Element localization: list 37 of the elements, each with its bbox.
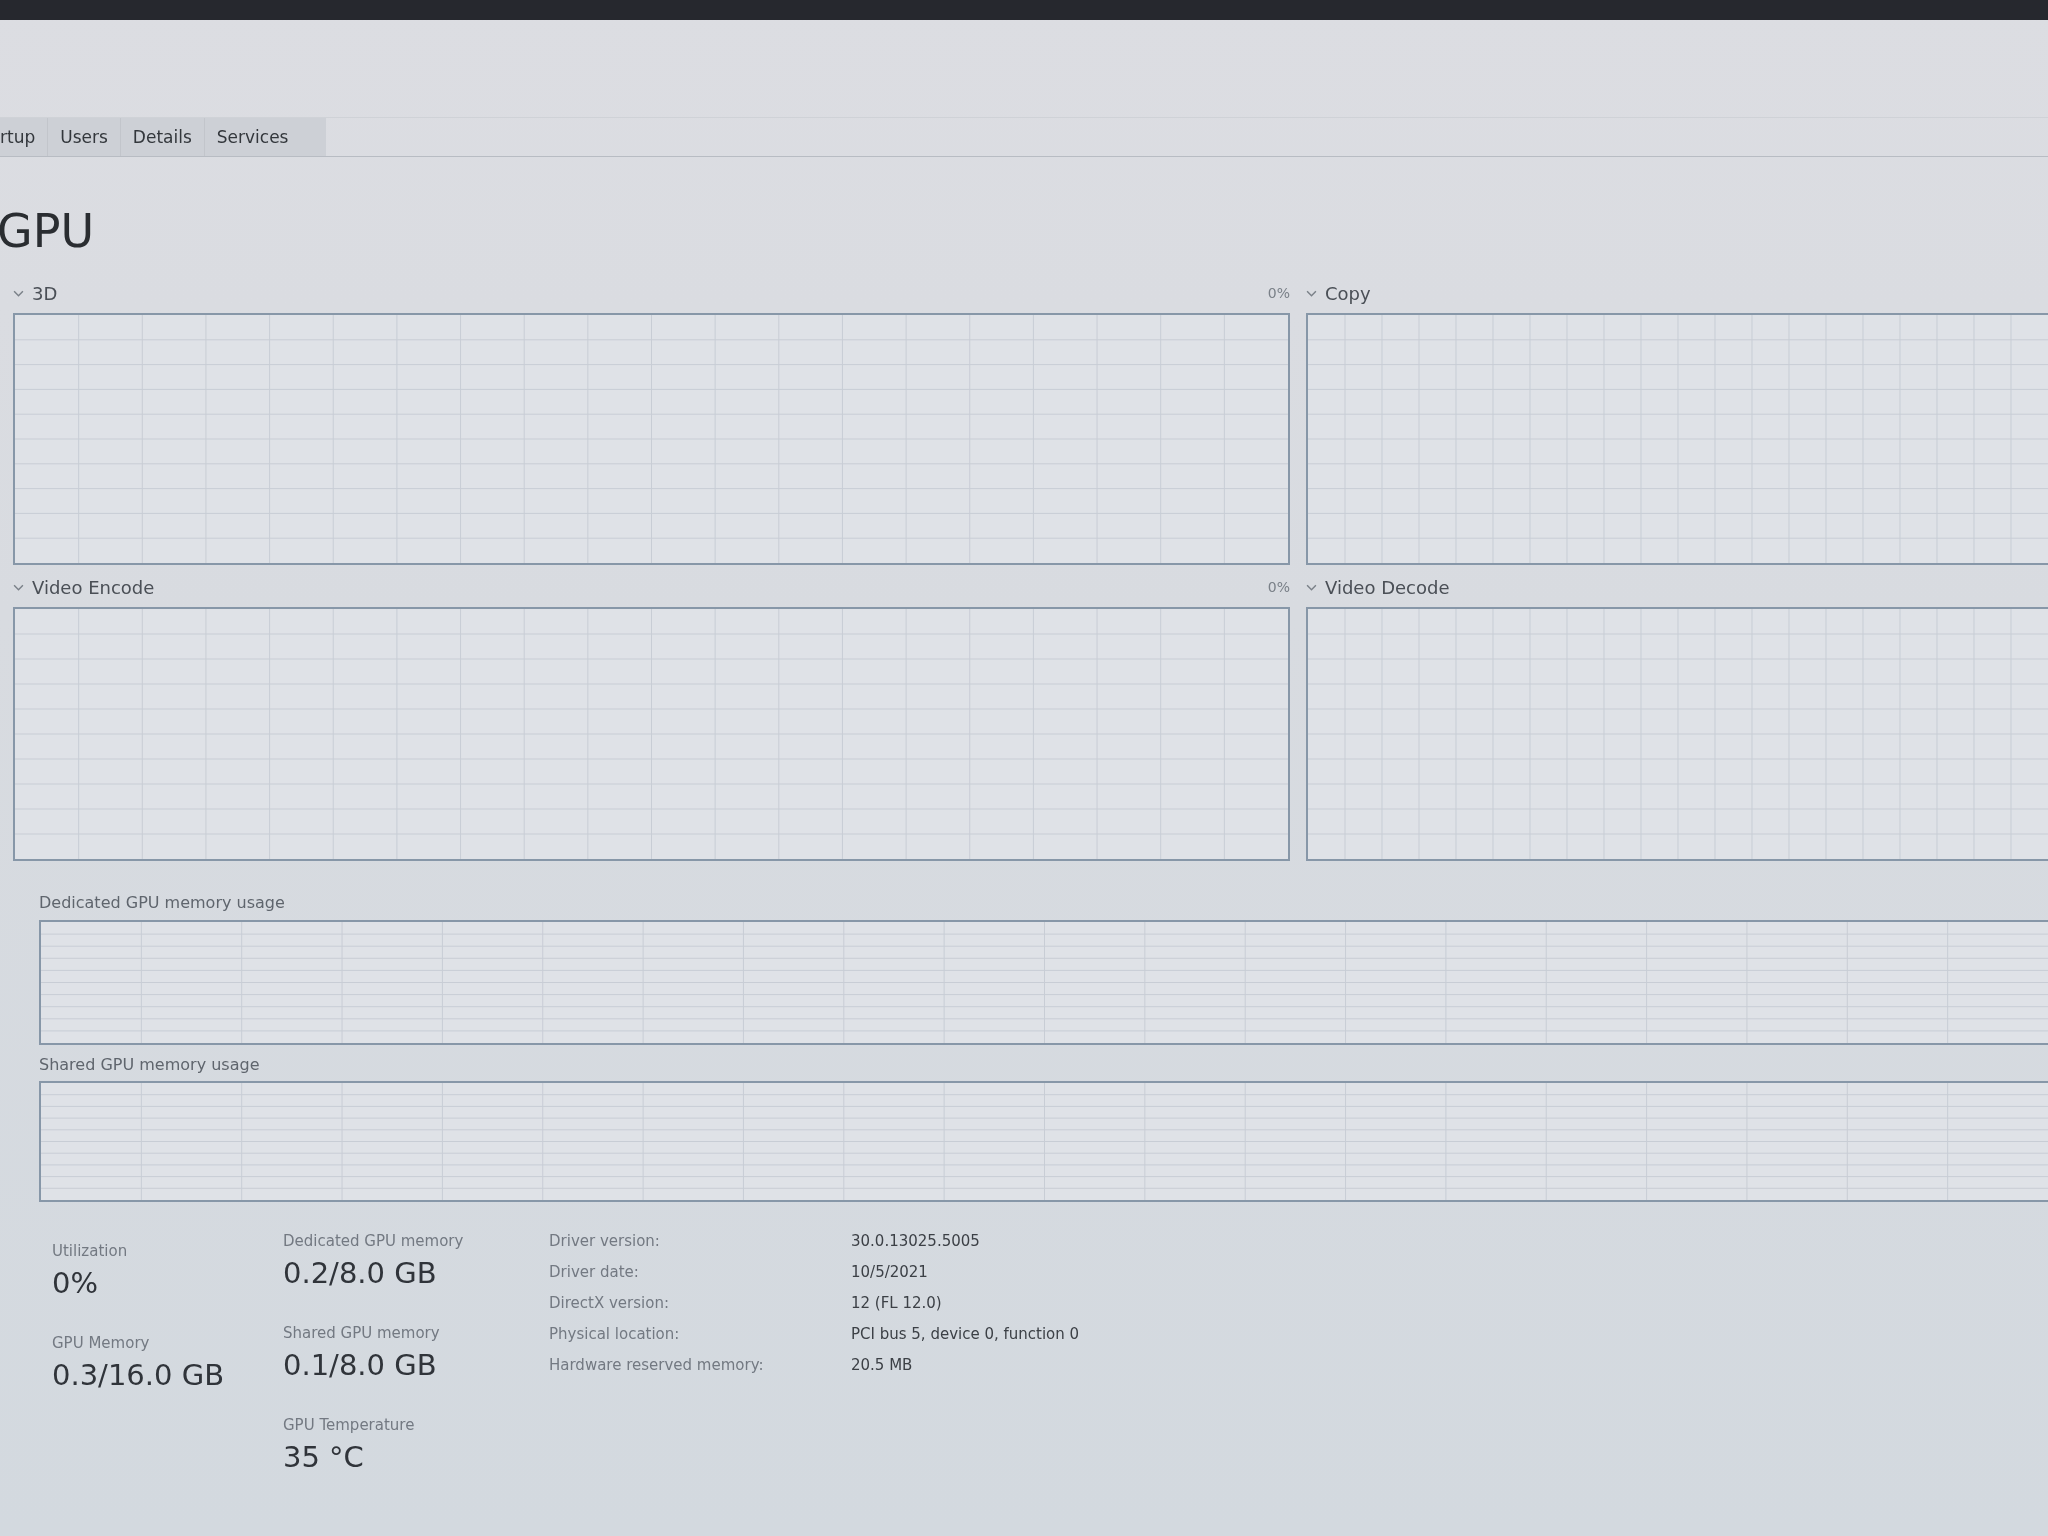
tab[interactable]: Details [120,118,205,156]
stat-label: GPU Temperature [283,1415,415,1436]
detail-value: 12 (FL 12.0) [851,1293,942,1314]
stat-value: 0.1/8.0 GB [283,1347,437,1384]
stat-value: 35 °C [283,1439,364,1476]
utilization-reading: 0% [1267,579,1290,595]
detail-value: PCI bus 5, device 0, function 0 [851,1324,1080,1345]
graph-label: Shared GPU memory usage [39,1054,260,1076]
tab[interactable]: Services [204,118,301,156]
detail-label: Driver version: [549,1231,660,1252]
detail-label: Physical location: [549,1324,680,1345]
detail-label: DirectX version: [549,1293,669,1314]
stat-label: Shared GPU memory [283,1323,440,1344]
detail-value: 30.0.13025.5005 [851,1231,980,1252]
engine-dropdown[interactable]: Video Encode [13,576,155,598]
page-title: GPU [0,205,95,257]
chevron-down-icon [13,289,24,297]
engine-dropdown[interactable]: Copy [1306,282,1371,304]
stat-label: GPU Memory [52,1333,150,1354]
chevron-down-icon [13,583,24,591]
utilization-reading: 0% [1267,285,1290,301]
tab[interactable]: rtup [0,118,49,156]
stat-value: 0.2/8.0 GB [283,1255,437,1292]
stat-value: 0% [52,1265,98,1302]
chevron-down-icon [1306,583,1317,591]
stat-label: Utilization [52,1241,128,1262]
engine-dropdown[interactable]: 3D [13,282,58,304]
graph-label: Dedicated GPU memory usage [39,892,285,914]
engine-dropdown[interactable]: Video Decode [1306,576,1450,598]
tab[interactable]: Users [48,118,121,156]
detail-value: 10/5/2021 [851,1262,928,1283]
chevron-down-icon [1306,289,1317,297]
detail-label: Hardware reserved memory: [549,1355,764,1376]
detail-label: Driver date: [549,1262,639,1283]
stat-label: Dedicated GPU memory [283,1231,464,1252]
detail-value: 20.5 MB [851,1355,913,1376]
stat-value: 0.3/16.0 GB [52,1357,225,1394]
